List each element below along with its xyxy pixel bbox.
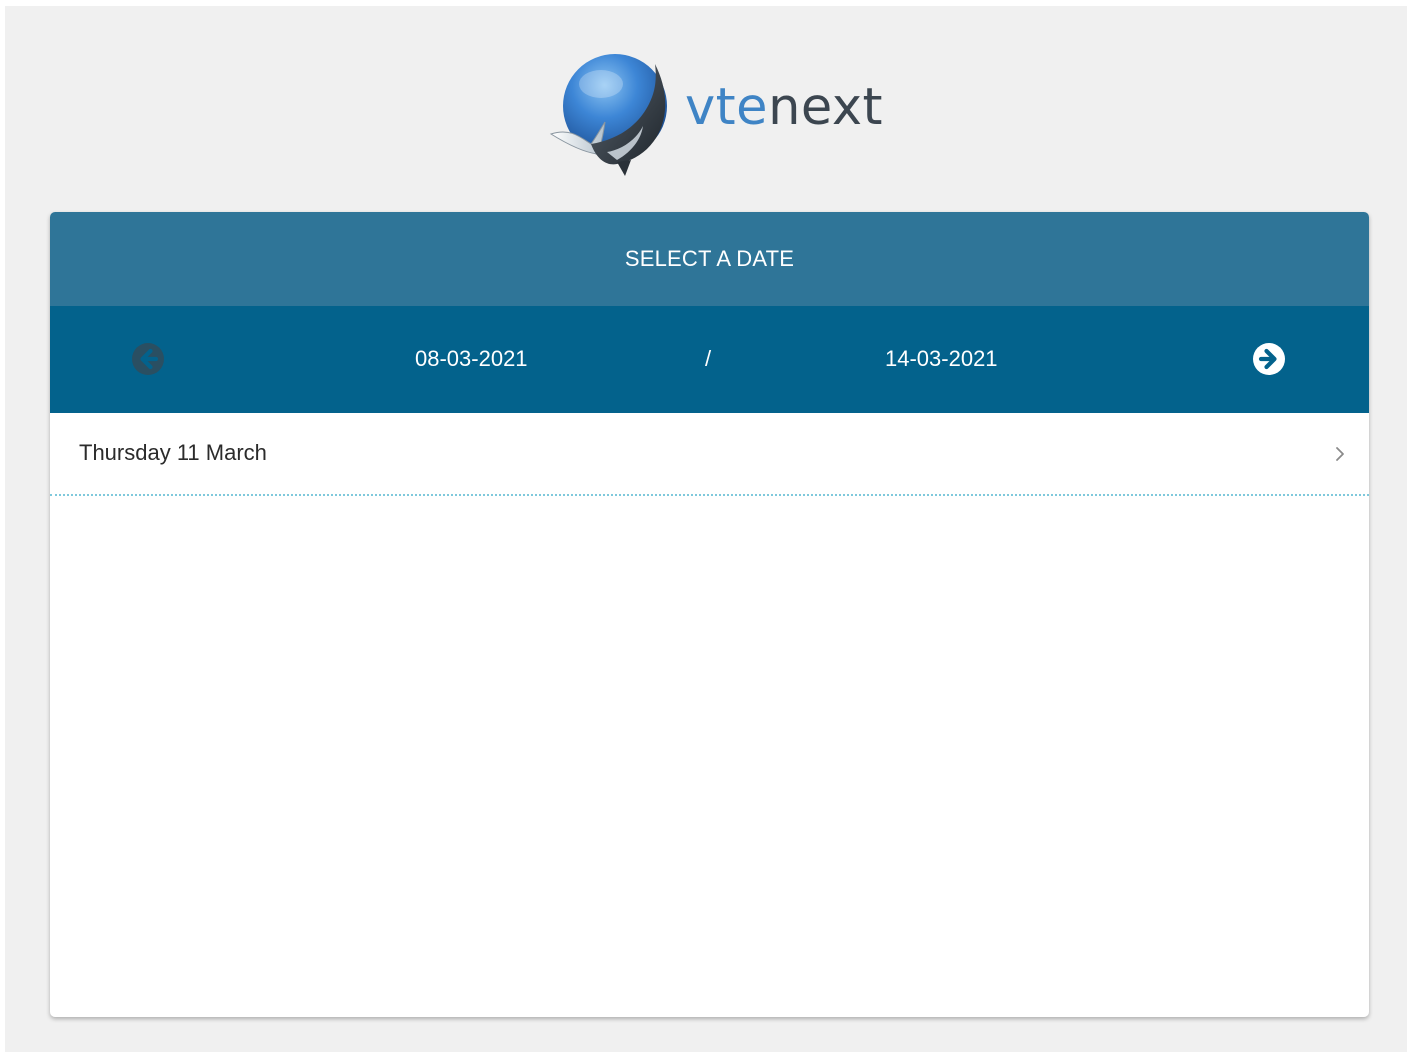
card-header: SELECT A DATE bbox=[50, 212, 1369, 306]
card-title: SELECT A DATE bbox=[624, 246, 795, 271]
brand-logo: vtenext bbox=[545, 44, 890, 176]
page-background: vtenext SELECT A DATE 08-03-2021 / 14-03… bbox=[5, 6, 1407, 1052]
week-navigation-bar: 08-03-2021 / 14-03-2021 bbox=[50, 306, 1369, 413]
brand-wordmark-part2: next bbox=[768, 77, 884, 137]
previous-week-button[interactable] bbox=[131, 342, 165, 376]
arrow-right-circle-icon bbox=[1253, 343, 1285, 375]
next-week-button[interactable] bbox=[1252, 342, 1286, 376]
whale-globe-icon bbox=[549, 54, 667, 176]
range-end-date: 14-03-2021 bbox=[885, 346, 998, 371]
brand-wordmark-part1: vte bbox=[685, 77, 769, 137]
day-label: Thursday 11 March bbox=[79, 439, 267, 465]
chevron-right-icon bbox=[1333, 445, 1347, 463]
range-separator: / bbox=[705, 346, 712, 371]
arrow-left-circle-icon bbox=[132, 343, 164, 375]
range-start-date: 08-03-2021 bbox=[415, 346, 528, 371]
day-list-item[interactable]: Thursday 11 March bbox=[50, 413, 1369, 496]
date-picker-card: SELECT A DATE 08-03-2021 / 14-03-2021 Th… bbox=[50, 212, 1369, 1017]
brand-wordmark: vtenext bbox=[685, 78, 883, 137]
